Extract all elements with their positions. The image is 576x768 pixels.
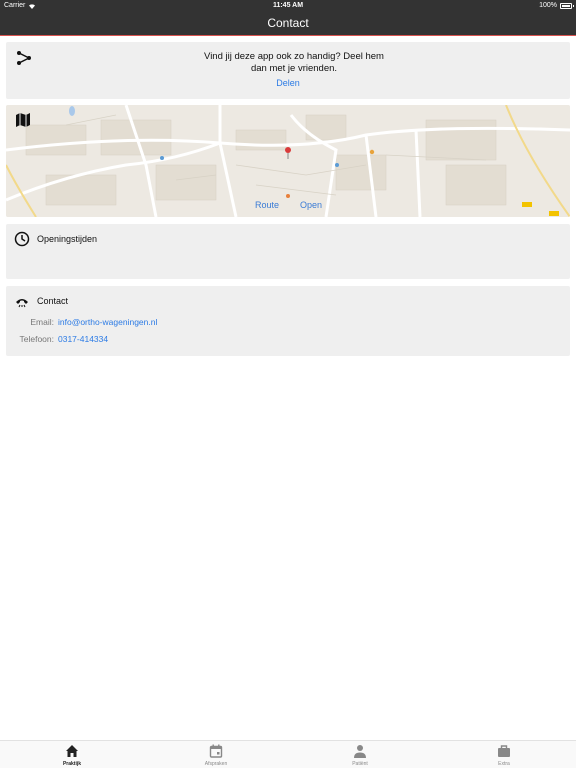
tab-extra[interactable]: Extra [464,744,544,767]
tab-label: Patiënt [352,761,368,767]
page-title: Contact [267,16,309,30]
email-row: Email: info@ortho-wageningen.nl [6,317,570,329]
phone-label: Telefoon: [19,334,55,344]
home-icon [66,745,78,757]
map-card[interactable]: Route Open [6,105,570,217]
tab-label: Afspraken [204,761,228,767]
battery-indicator: 100% [539,2,574,9]
tab-afspraken[interactable]: Afspraken [176,744,256,767]
briefcase-icon [498,745,510,757]
calendar-icon [209,744,223,758]
phone-row: Telefoon: 0317-414334 [6,334,570,346]
route-button[interactable]: Route [255,200,279,210]
open-map-button[interactable]: Open [300,200,322,210]
tab-praktijk[interactable]: Praktijk [32,744,112,767]
status-bar: Carrier 11:45 AM 100% [0,0,576,12]
map-icon [16,113,30,127]
battery-icon [560,2,574,9]
tab-bar: Praktijk Afspraken Patiënt Extra [0,740,576,768]
contact-card: Contact Email: info@ortho-wageningen.nl … [6,286,570,356]
email-label: Email: [30,317,54,327]
nav-bar: Contact [0,12,576,36]
tab-patient[interactable]: Patiënt [320,744,400,767]
share-button[interactable]: Delen [6,78,570,88]
clock-icon [14,231,30,247]
clock: 11:45 AM [272,2,304,9]
opening-hours-title: Openingstijden [37,234,98,244]
person-icon [354,745,366,758]
tab-label: Praktijk [62,761,82,767]
share-message: Vind jij deze app ook zo handig? Deel he… [204,51,384,74]
share-card: Vind jij deze app ook zo handig? Deel he… [6,42,570,99]
tab-label: Extra [498,761,510,767]
phone-link[interactable]: 0317-414334 [58,334,108,344]
contact-title: Contact [37,296,69,306]
email-link[interactable]: info@ortho-wageningen.nl [58,317,157,327]
battery-percent: 100% [539,2,557,9]
share-icon [17,51,31,65]
map-view[interactable] [6,105,570,217]
phone-icon [16,299,28,308]
opening-hours-card: Openingstijden [6,224,570,279]
